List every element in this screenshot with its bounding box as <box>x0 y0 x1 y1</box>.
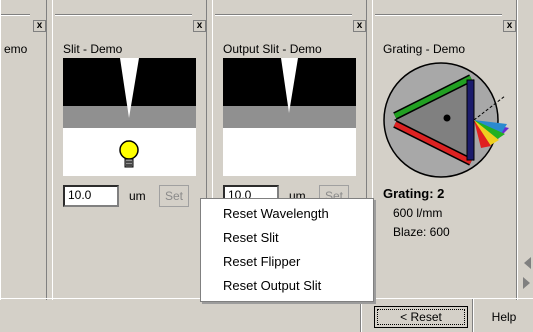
panel-bar <box>1 14 30 15</box>
focus-rectangle <box>377 309 465 325</box>
panel-title: Output Slit - Demo <box>223 42 322 56</box>
output-slit-diagram <box>223 58 356 176</box>
grating-blaze: Blaze: 600 <box>393 225 450 239</box>
slit-set-button[interactable]: Set <box>159 185 189 207</box>
divider <box>472 299 473 332</box>
close-icon[interactable]: x <box>193 20 206 32</box>
slit-width-input[interactable]: 10.0 <box>63 185 119 207</box>
reset-button[interactable]: < Reset <box>374 306 468 328</box>
left-partial-panel: x emo <box>0 0 47 300</box>
panel-title: Grating - Demo <box>383 42 466 56</box>
grating-label: Grating: 2 <box>383 186 445 201</box>
menu-item-reset-wavelength[interactable]: Reset Wavelength <box>223 206 329 221</box>
grating-panel: x Grating - Demo Grating: 2 600 l/mm Bla… <box>372 0 517 300</box>
menu-item-reset-flipper[interactable]: Reset Flipper <box>223 254 300 269</box>
grating-density: 600 l/mm <box>393 206 443 220</box>
right-scroll-strip <box>517 0 533 300</box>
panel-title: emo <box>4 42 28 56</box>
scroll-right-arrow-icon[interactable] <box>522 276 532 290</box>
menu-item-reset-slit[interactable]: Reset Slit <box>223 230 279 245</box>
menu-item-reset-output-slit[interactable]: Reset Output Slit <box>223 278 321 293</box>
panel-bar <box>375 14 502 15</box>
divider <box>360 299 361 332</box>
close-icon[interactable]: x <box>33 20 46 32</box>
close-icon[interactable]: x <box>503 20 516 32</box>
grating-diagram <box>383 62 509 178</box>
panel-title: Slit - Demo <box>63 42 123 56</box>
close-icon[interactable]: x <box>353 20 366 32</box>
panel-bar <box>55 14 192 15</box>
slit-diagram <box>63 58 196 176</box>
reset-context-menu: Reset Wavelength Reset Slit Reset Flippe… <box>200 198 374 302</box>
scroll-up-arrow-icon[interactable] <box>522 256 532 270</box>
help-button[interactable]: Help <box>480 306 528 328</box>
panel-bar <box>215 14 352 15</box>
slit-panel: x Slit - Demo 10.0 um Set <box>52 0 207 300</box>
slit-unit-label: um <box>129 189 146 203</box>
